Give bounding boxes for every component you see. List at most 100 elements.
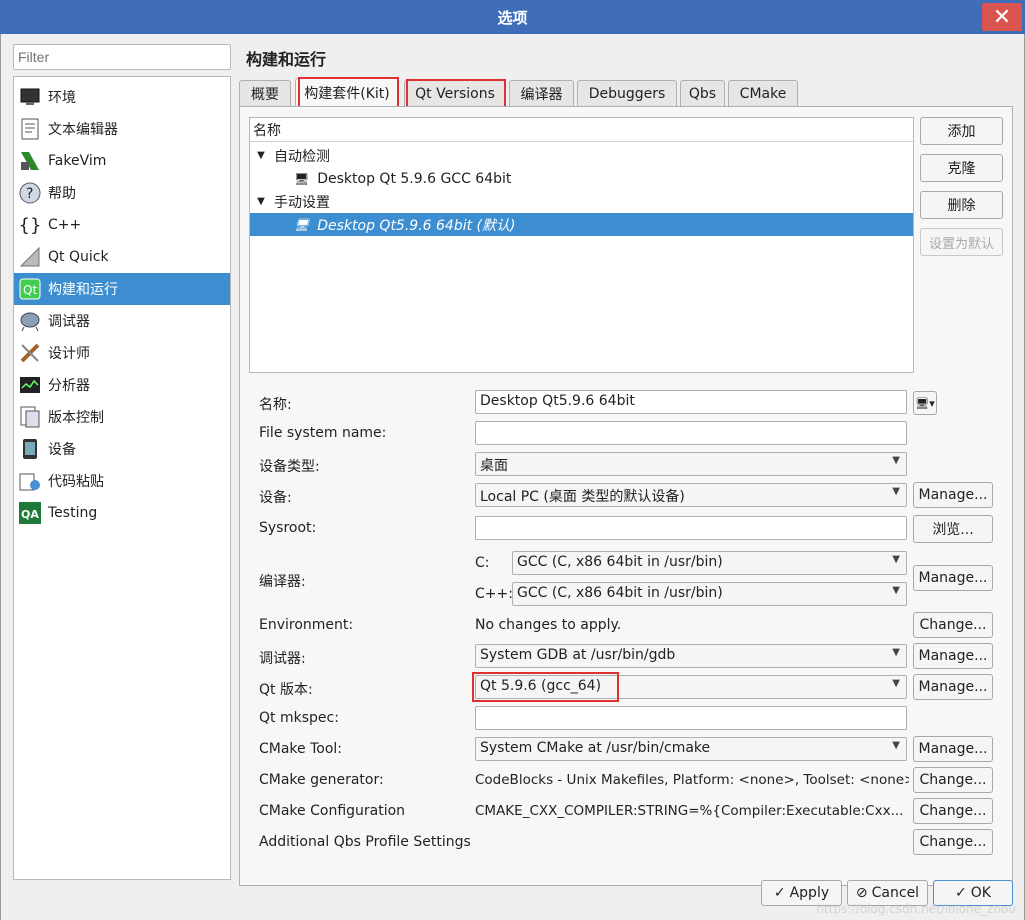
change-cmake-configuration-button[interactable]: Change... (913, 798, 993, 824)
qt-version-label: Qt 版本: (259, 682, 313, 698)
sidebar-item-code-paste[interactable]: 代码粘贴 (14, 465, 230, 497)
tree-column-header: 名称 (250, 118, 913, 142)
manage-qt-version-button[interactable]: Manage... (913, 674, 993, 700)
manage-device-button[interactable]: Manage... (913, 482, 993, 508)
environment-label: Environment: (259, 617, 354, 633)
designer-icon (18, 341, 42, 365)
cpp-compiler-combo[interactable]: GCC (C, x86 64bit in /usr/bin) ▼ (512, 582, 907, 606)
help-icon: ? (18, 181, 42, 205)
sysroot-label: Sysroot: (259, 520, 317, 536)
sysroot-field[interactable] (475, 516, 907, 540)
mkspec-field[interactable] (475, 706, 907, 730)
environment-value: No changes to apply. (475, 617, 622, 633)
clone-kit-button[interactable]: 克隆 (920, 154, 1003, 182)
qt-build-icon: Qt (18, 277, 42, 301)
ok-label: OK (970, 885, 991, 901)
sidebar-item-cpp[interactable]: {} C++ (14, 209, 230, 241)
remove-kit-button[interactable]: 删除 (920, 191, 1003, 219)
make-default-button[interactable]: 设置为默认 (920, 228, 1003, 256)
c-compiler-label: C: (475, 555, 490, 571)
cmake-configuration-value: CMAKE_CXX_COMPILER:STRING=%{Compiler:Exe… (475, 803, 904, 819)
sidebar-item-label: 设计师 (48, 346, 90, 362)
filter-input[interactable] (13, 44, 231, 70)
expand-arrow-icon[interactable]: ▼ (254, 150, 268, 161)
sidebar-item-fakevim[interactable]: FakeVim (14, 145, 230, 177)
tree-kit-auto[interactable]: 🖥 Desktop Qt 5.9.6 GCC 64bit (250, 167, 913, 190)
sidebar-item-label: C++ (48, 217, 82, 233)
cmake-generator-label: CMake generator: (259, 772, 384, 788)
change-qbs-profile-button[interactable]: Change... (913, 829, 993, 855)
window-title: 选项 (497, 8, 528, 27)
monitor-icon: 🖥 (294, 171, 310, 186)
sidebar-item-debugger[interactable]: 调试器 (14, 305, 230, 337)
tab-kits[interactable]: 构建套件(Kit) (295, 78, 399, 107)
tab-qt-versions[interactable]: Qt Versions (404, 80, 506, 106)
qtquick-icon (18, 245, 42, 269)
device-combo[interactable]: Local PC (桌面 类型的默认设备) ▼ (475, 483, 907, 507)
kits-panel: 名称 ▼ 自动检测 🖥 Desktop Qt 5.9.6 GCC 64bit ▼… (239, 106, 1013, 886)
check-icon: ✓ (955, 885, 967, 901)
combo-value: GCC (C, x86 64bit in /usr/bin) (517, 554, 723, 570)
sidebar-item-devices[interactable]: 设备 (14, 433, 230, 465)
manage-debugger-button[interactable]: Manage... (913, 643, 993, 669)
sidebar-item-designer[interactable]: 设计师 (14, 337, 230, 369)
qt-version-combo[interactable]: Qt 5.9.6 (gcc_64) ▼ (475, 675, 907, 699)
device-type-label: 设备类型: (259, 459, 320, 475)
cpp-compiler-label: C++: (475, 586, 513, 602)
sidebar-item-label: 调试器 (48, 314, 90, 330)
name-field[interactable]: Desktop Qt5.9.6 64bit (475, 390, 907, 414)
debugger-combo[interactable]: System GDB at /usr/bin/gdb ▼ (475, 644, 907, 668)
sidebar-item-label: 构建和运行 (48, 282, 118, 298)
add-kit-button[interactable]: 添加 (920, 117, 1003, 145)
debugger-label: 调试器: (259, 651, 306, 667)
sidebar-item-testing[interactable]: QA Testing (14, 497, 230, 529)
qa-testing-icon: QA (18, 501, 42, 525)
tab-compilers[interactable]: 编译器 (509, 80, 574, 106)
sidebar-item-environment[interactable]: 环境 (14, 81, 230, 113)
kit-label: Desktop Qt 5.9.6 GCC 64bit (317, 170, 512, 187)
window-titlebar: 选项 ✕ (0, 0, 1025, 34)
sidebar-item-version-control[interactable]: 版本控制 (14, 401, 230, 433)
browse-sysroot-button[interactable]: 浏览... (913, 515, 993, 543)
page-title: 构建和运行 (246, 50, 327, 69)
tree-group-label: 自动检测 (274, 148, 330, 165)
chevron-down-icon: ▼ (892, 554, 900, 565)
cpp-braces-icon: {} (18, 214, 42, 236)
fs-name-field[interactable] (475, 421, 907, 445)
name-label: 名称: (259, 397, 292, 413)
tree-kit-manual[interactable]: 🖥 Desktop Qt5.9.6 64bit (默认) (250, 213, 913, 236)
sidebar-item-label: 分析器 (48, 378, 90, 394)
sidebar-item-build-run[interactable]: Qt 构建和运行 (14, 273, 230, 305)
sidebar-item-label: 环境 (48, 90, 76, 106)
chevron-down-icon: ▼ (892, 455, 900, 466)
tab-cmake[interactable]: CMake (728, 80, 798, 106)
tab-qbs[interactable]: Qbs (680, 80, 725, 106)
combo-value: Local PC (桌面 类型的默认设备) (480, 489, 685, 505)
tab-summary[interactable]: 概要 (239, 80, 291, 106)
device-type-combo[interactable]: 桌面 ▼ (475, 452, 907, 476)
manage-compiler-button[interactable]: Manage... (913, 565, 993, 591)
cmake-generator-value: CodeBlocks - Unix Makefiles, Platform: <… (475, 772, 909, 788)
version-control-icon (18, 405, 42, 429)
compiler-label: 编译器: (259, 574, 306, 590)
sidebar-item-help[interactable]: ? 帮助 (14, 177, 230, 209)
chevron-down-icon: ▼ (892, 678, 900, 689)
svg-text:?: ? (26, 186, 33, 202)
combo-value: GCC (C, x86 64bit in /usr/bin) (517, 585, 723, 601)
qbs-profile-label: Additional Qbs Profile Settings (259, 834, 471, 850)
change-environment-button[interactable]: Change... (913, 612, 993, 638)
close-icon[interactable]: ✕ (982, 3, 1022, 31)
change-cmake-generator-button[interactable]: Change... (913, 767, 993, 793)
tree-group-manual[interactable]: ▼ 手动设置 (250, 190, 913, 213)
c-compiler-combo[interactable]: GCC (C, x86 64bit in /usr/bin) ▼ (512, 551, 907, 575)
sidebar-item-qtquick[interactable]: Qt Quick (14, 241, 230, 273)
sidebar-item-analyzer[interactable]: 分析器 (14, 369, 230, 401)
tree-group-auto[interactable]: ▼ 自动检测 (250, 144, 913, 167)
tab-debuggers[interactable]: Debuggers (577, 80, 677, 106)
cmake-tool-combo[interactable]: System CMake at /usr/bin/cmake ▼ (475, 737, 907, 761)
device-icon-picker[interactable]: 🖥▾ (913, 391, 937, 415)
expand-arrow-icon[interactable]: ▼ (254, 196, 268, 207)
kit-tree: 名称 ▼ 自动检测 🖥 Desktop Qt 5.9.6 GCC 64bit ▼… (249, 117, 914, 373)
manage-cmake-tool-button[interactable]: Manage... (913, 736, 993, 762)
sidebar-item-text-editor[interactable]: 文本编辑器 (14, 113, 230, 145)
